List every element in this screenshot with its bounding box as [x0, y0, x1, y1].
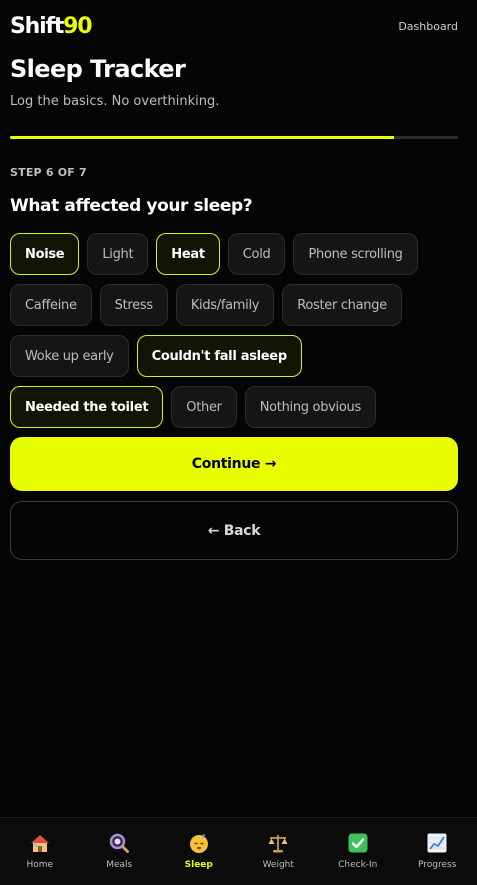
tab-sleep[interactable]: z Sleep: [159, 818, 239, 885]
sleeping-face-icon: z: [188, 832, 210, 854]
tab-meals[interactable]: Meals: [80, 818, 160, 885]
question-heading: What affected your sleep?: [10, 196, 253, 216]
tab-check-in[interactable]: Check-In: [318, 818, 398, 885]
option-chip[interactable]: Heat: [156, 233, 220, 275]
tab-label: Home: [26, 860, 54, 870]
option-chip[interactable]: Caffeine: [10, 284, 92, 326]
progress-bar-fill: [10, 136, 394, 139]
magnifier-icon: [108, 832, 130, 854]
app-header: Shift90 Dashboard: [10, 12, 458, 40]
logo-accent-text: 90: [63, 13, 92, 39]
progress-bar: [10, 136, 458, 139]
check-box-icon: [347, 832, 369, 854]
house-icon: [29, 832, 51, 854]
tab-label: Progress: [418, 860, 457, 870]
tab-label: Check-In: [338, 860, 378, 870]
balance-scale-icon: [267, 832, 289, 854]
bottom-tab-bar: Home Meals z Sleep Weight Check-In Progr…: [0, 817, 477, 885]
option-chip[interactable]: Phone scrolling: [293, 233, 418, 275]
tab-label: Meals: [106, 860, 133, 870]
logo-text: Shift: [10, 13, 64, 39]
option-chip[interactable]: Light: [87, 233, 149, 275]
step-indicator: STEP 6 OF 7: [10, 166, 87, 179]
option-chip[interactable]: Stress: [99, 284, 168, 326]
option-chip[interactable]: Woke up early: [10, 335, 129, 377]
app-logo[interactable]: Shift90: [10, 13, 93, 39]
page-title: Sleep Tracker: [10, 55, 186, 83]
option-chip[interactable]: Other: [171, 386, 237, 428]
chart-increasing-icon: [426, 832, 448, 854]
page-subtitle: Log the basics. No overthinking.: [10, 94, 220, 109]
sleep-factor-options: Noise Light Heat Cold Phone scrolling Ca…: [10, 233, 460, 428]
option-chip[interactable]: Couldn't fall asleep: [136, 335, 302, 377]
option-chip[interactable]: Needed the toilet: [10, 386, 164, 428]
tab-label: Weight: [262, 860, 294, 870]
option-chip[interactable]: Noise: [10, 233, 80, 275]
dashboard-link[interactable]: Dashboard: [398, 20, 458, 33]
tab-progress[interactable]: Progress: [398, 818, 477, 885]
tab-home[interactable]: Home: [0, 818, 80, 885]
option-chip[interactable]: Roster change: [282, 284, 402, 326]
svg-text:z: z: [202, 833, 206, 840]
tab-label: Sleep: [184, 860, 213, 870]
option-chip[interactable]: Cold: [227, 233, 286, 275]
tab-weight[interactable]: Weight: [239, 818, 319, 885]
continue-button[interactable]: Continue →: [10, 437, 458, 491]
option-chip[interactable]: Nothing obvious: [244, 386, 376, 428]
back-button[interactable]: ← Back: [10, 501, 458, 560]
option-chip[interactable]: Kids/family: [175, 284, 275, 326]
